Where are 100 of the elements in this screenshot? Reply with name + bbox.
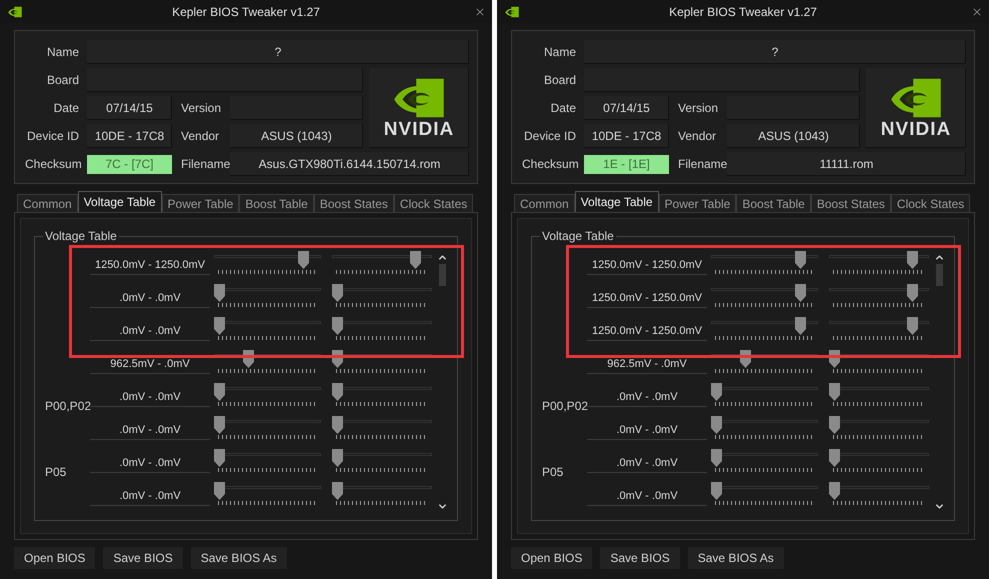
slider[interactable] xyxy=(332,482,432,505)
slider[interactable] xyxy=(829,284,929,307)
info-field: 10DE - 17C8 xyxy=(87,124,172,148)
field-label: Checksum xyxy=(25,156,83,173)
slider[interactable] xyxy=(711,416,818,439)
slider[interactable] xyxy=(711,482,818,505)
slider-thumb[interactable] xyxy=(242,350,254,368)
tab[interactable]: Boost Table xyxy=(239,194,314,212)
slider-thumb[interactable] xyxy=(332,350,343,368)
slider[interactable] xyxy=(214,449,321,472)
slider[interactable] xyxy=(214,317,321,340)
slider[interactable] xyxy=(332,383,432,406)
row-label: P05 xyxy=(542,465,564,479)
slider[interactable] xyxy=(829,317,929,340)
slider-thumb[interactable] xyxy=(907,284,918,302)
slider-thumb[interactable] xyxy=(711,482,722,500)
row-label: P00,P02 xyxy=(45,399,92,413)
slider-thumb[interactable] xyxy=(332,317,343,335)
tab[interactable]: Voltage Table xyxy=(574,191,659,212)
tab[interactable]: Common xyxy=(17,194,78,212)
slider-thumb[interactable] xyxy=(795,284,806,302)
slider[interactable] xyxy=(214,251,321,274)
voltage-value: 1250.0mV - 1250.0mV xyxy=(587,291,707,308)
slider[interactable] xyxy=(214,350,321,373)
slider-thumb[interactable] xyxy=(829,449,840,467)
slider[interactable] xyxy=(214,284,321,307)
slider-thumb[interactable] xyxy=(740,350,751,368)
slider-thumb[interactable] xyxy=(795,317,806,335)
bios-button[interactable]: Save BIOS As xyxy=(688,547,784,569)
slider[interactable] xyxy=(829,350,929,373)
slider-thumb[interactable] xyxy=(332,383,343,401)
slider[interactable] xyxy=(214,482,321,505)
field-label: Version xyxy=(677,100,720,117)
slider[interactable] xyxy=(711,449,818,472)
slider-thumb[interactable] xyxy=(907,251,918,269)
scrollbar-thumb[interactable] xyxy=(936,264,943,286)
slider-thumb[interactable] xyxy=(214,482,225,500)
slider-thumb[interactable] xyxy=(332,416,343,434)
slider-thumb[interactable] xyxy=(214,317,225,335)
slider-thumb[interactable] xyxy=(711,449,722,467)
slider[interactable] xyxy=(829,251,929,274)
slider[interactable] xyxy=(829,482,929,505)
slider[interactable] xyxy=(332,284,432,307)
slider-thumb[interactable] xyxy=(907,317,918,335)
slider-thumb[interactable] xyxy=(410,251,422,269)
bios-button[interactable]: Save BIOS As xyxy=(190,547,287,569)
slider-thumb[interactable] xyxy=(214,383,225,401)
slider-thumb[interactable] xyxy=(298,251,309,269)
field-label: Name xyxy=(542,44,577,61)
tab[interactable]: Common xyxy=(514,194,575,212)
slider[interactable] xyxy=(711,350,818,373)
slider[interactable] xyxy=(829,416,929,439)
slider[interactable] xyxy=(829,383,929,406)
tab[interactable]: Boost States xyxy=(810,194,891,212)
close-icon[interactable] xyxy=(971,6,983,18)
voltage-value: .0mV - .0mV xyxy=(587,390,707,407)
bios-button[interactable]: Save BIOS xyxy=(600,547,680,569)
slider[interactable] xyxy=(332,317,432,340)
tab[interactable]: Clock States xyxy=(394,194,474,212)
bios-button[interactable]: Save BIOS xyxy=(103,547,183,569)
slider-thumb[interactable] xyxy=(332,449,343,467)
tab[interactable]: Power Table xyxy=(162,194,240,212)
slider-thumb[interactable] xyxy=(214,416,225,434)
tab[interactable]: Boost Table xyxy=(736,194,811,212)
slider-thumb[interactable] xyxy=(795,251,806,269)
voltage-value: .0mV - .0mV xyxy=(587,489,707,506)
voltage-value: 1250.0mV - 1250.0mV xyxy=(587,324,707,341)
slider[interactable] xyxy=(214,416,321,439)
tab[interactable]: Voltage Table xyxy=(78,191,162,212)
tab[interactable]: Power Table xyxy=(658,194,736,212)
slider[interactable] xyxy=(332,416,432,439)
info-field: ASUS (1043) xyxy=(727,124,860,148)
slider-thumb[interactable] xyxy=(829,416,840,434)
slider[interactable] xyxy=(711,317,818,340)
slider[interactable] xyxy=(332,449,432,472)
bios-button[interactable]: Open BIOS xyxy=(511,547,592,569)
slider[interactable] xyxy=(332,251,432,274)
slider-thumb[interactable] xyxy=(829,482,840,500)
voltage-value: 962.5mV - .0mV xyxy=(587,357,707,374)
slider-thumb[interactable] xyxy=(332,482,343,500)
slider-thumb[interactable] xyxy=(214,449,225,467)
slider-thumb[interactable] xyxy=(829,350,840,368)
slider-thumb[interactable] xyxy=(332,284,343,302)
bios-button[interactable]: Open BIOS xyxy=(14,547,96,569)
slider[interactable] xyxy=(214,383,321,406)
slider[interactable] xyxy=(332,350,432,373)
slider-thumb[interactable] xyxy=(711,416,722,434)
info-field: Asus.GTX980Ti.6144.150714.rom xyxy=(230,152,469,176)
slider[interactable] xyxy=(829,449,929,472)
slider[interactable] xyxy=(711,284,818,307)
field-label: Name xyxy=(46,44,80,61)
slider[interactable] xyxy=(711,251,818,274)
scrollbar-thumb[interactable] xyxy=(439,264,446,286)
slider-thumb[interactable] xyxy=(711,383,722,401)
slider-thumb[interactable] xyxy=(829,383,840,401)
tab[interactable]: Clock States xyxy=(890,194,970,212)
close-icon[interactable] xyxy=(474,6,486,18)
slider-thumb[interactable] xyxy=(214,284,225,302)
slider[interactable] xyxy=(711,383,818,406)
tab[interactable]: Boost States xyxy=(314,194,394,212)
